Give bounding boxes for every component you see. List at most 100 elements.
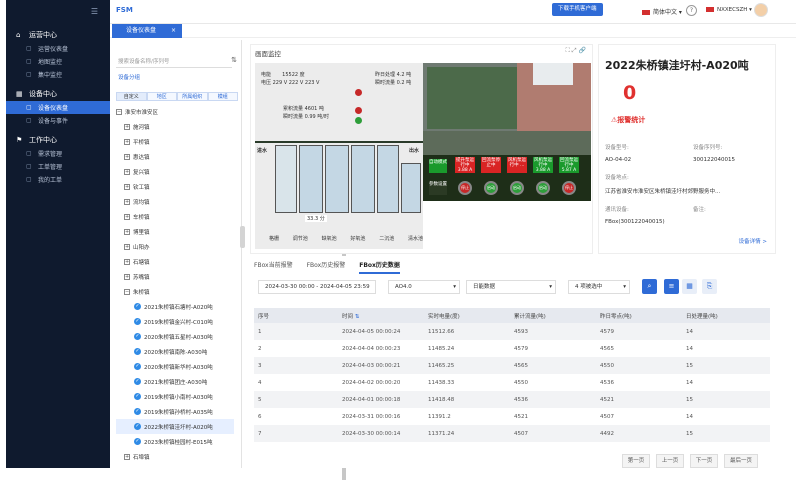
tree-node[interactable]: + 石埠镇 — [116, 449, 234, 464]
tree-node[interactable]: + 复兴镇 — [116, 164, 234, 179]
filter-tab-region[interactable]: 地区 — [146, 92, 177, 101]
menu-group-1[interactable]: ▦ 设备中心 — [6, 87, 110, 101]
menu-item-2-0[interactable]: ▢ 需求管理 — [6, 147, 110, 160]
menu-item-1-0[interactable]: ▢ 设备仪表盘 — [6, 101, 110, 114]
tree-device[interactable]: ✓ 2020朱桥镇南陈-A030吨 — [116, 344, 234, 359]
tree-device[interactable]: ✓ 2019朱桥镇孙桥村-A035吨 — [116, 404, 234, 419]
first-page-button[interactable]: 第一页 — [622, 454, 650, 468]
start-button[interactable]: 启动 — [510, 181, 524, 195]
tree-node[interactable]: + 博里镇 — [116, 224, 234, 239]
table-row[interactable]: 6 2024-03-31 00:00:16 11391.2 4521 4507 14 — [254, 408, 770, 425]
start-button[interactable]: 启动 — [536, 181, 550, 195]
tree-root[interactable]: − 淮安市淮安区 — [116, 104, 234, 119]
expand-icon[interactable]: + — [124, 153, 130, 160]
tree-node[interactable]: + 流均镇 — [116, 194, 234, 209]
device-search-input[interactable]: 搜索设备名称/序列号 — [116, 56, 232, 68]
avatar[interactable] — [754, 3, 768, 17]
date-range-picker[interactable]: 2024-03-30 00:00 - 2024-04-05 23:59 — [258, 280, 376, 294]
expand-icon[interactable]: + — [124, 168, 130, 175]
table-row[interactable]: 2 2024-04-04 00:00:23 11485.24 4579 4565 14 — [254, 340, 770, 357]
menu-item-0-1[interactable]: ▢ 地图监控 — [6, 55, 110, 68]
expand-icon[interactable]: + — [124, 198, 130, 205]
expand-icon[interactable]: + — [124, 213, 130, 220]
panel-resize-handle[interactable] — [240, 226, 245, 248]
tab-current-alarm[interactable]: FBox当前报警 — [254, 260, 293, 274]
search-button[interactable]: ⌕ — [642, 279, 657, 294]
help-icon[interactable]: ? — [686, 5, 697, 16]
close-icon[interactable]: × — [171, 24, 176, 38]
tree-node[interactable]: + 平桥镇 — [116, 134, 234, 149]
tree-device[interactable]: ✓ 2019朱桥镇金兴村-C010吨 — [116, 314, 234, 329]
table-view-button[interactable]: ≡ — [664, 279, 679, 294]
tree-device[interactable]: ✓ 2020朱桥镇新华村-A030吨 — [116, 359, 234, 374]
filter-tab-custom[interactable]: 自定义 — [116, 92, 147, 101]
tree-device[interactable]: ✓ 2023朱桥镇桂园村-E015吨 — [116, 434, 234, 449]
items-select[interactable]: 4 项被选中 ▾ — [568, 280, 630, 294]
device-details-link[interactable]: 设备详情 > — [739, 237, 767, 245]
stop-button[interactable]: 停止 — [562, 181, 576, 195]
user-menu[interactable]: NXXECSZH ▾ — [706, 7, 752, 13]
table-row[interactable]: 4 2024-04-02 00:00:20 11438.33 4550 4536 14 — [254, 374, 770, 391]
prev-page-button[interactable]: 上一页 — [656, 454, 684, 468]
alarm-stats[interactable]: ⚠报警统计 — [611, 115, 645, 125]
expand-icon[interactable]: + — [124, 258, 130, 265]
tab-history-data[interactable]: FBox历史数据 — [359, 260, 400, 274]
expand-icon[interactable]: + — [124, 123, 130, 130]
tree-node[interactable]: + 惠达镇 — [116, 149, 234, 164]
expand-icon[interactable]: + — [124, 183, 130, 190]
expand-icon[interactable]: + — [124, 243, 130, 250]
data-type-select[interactable]: 日能数据 ▾ — [466, 280, 556, 294]
tree-device[interactable]: ✓ 2019朱桥镇小南村-A030吨 — [116, 389, 234, 404]
tree-device[interactable]: ✓ 2022朱桥镇洼圩村-A020吨 — [116, 419, 234, 434]
tree-node[interactable]: + 钦工镇 — [116, 179, 234, 194]
param-settings-button[interactable]: 参数设置 — [429, 181, 447, 195]
fullscreen-icon[interactable]: ⛶ — [566, 47, 570, 54]
expand-icon[interactable]: + — [124, 228, 130, 235]
tree-node[interactable]: + 石塘镇 — [116, 254, 234, 269]
menu-item-0-0[interactable]: ▢ 运营仪表盘 — [6, 42, 110, 55]
table-row[interactable]: 3 2024-04-03 00:00:21 11465.25 4565 4550 15 — [254, 357, 770, 374]
menu-item-2-2[interactable]: ▢ 我的工单 — [6, 173, 110, 186]
sort-icon[interactable]: ⇅ — [353, 314, 360, 320]
device-select[interactable]: AO4.0 ▾ — [388, 280, 460, 294]
filter-tab-module[interactable]: 模组 — [207, 92, 238, 101]
expand-icon[interactable]: ⤢ — [572, 47, 577, 54]
tree-node[interactable]: + 车桥镇 — [116, 209, 234, 224]
next-page-button[interactable]: 下一页 — [690, 454, 718, 468]
tree-node[interactable]: + 山阳办 — [116, 239, 234, 254]
camera-view[interactable] — [423, 63, 591, 131]
collapse-menu-icon[interactable]: ☰ — [91, 7, 98, 16]
tree-node[interactable]: − 朱桥镇 — [116, 284, 234, 299]
expand-icon[interactable]: + — [124, 138, 130, 145]
collapse-icon[interactable]: − — [124, 288, 130, 295]
device-group-link[interactable]: 设备分组 — [118, 73, 140, 81]
download-app-button[interactable]: 下载手机客户端 — [552, 3, 603, 16]
expand-icon[interactable]: + — [124, 273, 130, 280]
tab-history-alarm[interactable]: FBox历史报警 — [307, 260, 346, 274]
table-row[interactable]: 5 2024-04-01 00:00:18 11418.48 4536 4521 15 — [254, 391, 770, 408]
tree-device[interactable]: ✓ 2021朱桥镇石塘村-A020吨 — [116, 299, 234, 314]
tree-device[interactable]: ✓ 2021朱桥镇团庄-A030吨 — [116, 374, 234, 389]
tree-node[interactable]: + 苏嘴镇 — [116, 269, 234, 284]
last-page-button[interactable]: 最后一页 — [724, 454, 758, 468]
table-row[interactable]: 7 2024-03-30 00:00:14 11371.24 4507 4492 15 — [254, 425, 770, 442]
export-button[interactable]: ⎘ — [702, 279, 717, 294]
stop-button[interactable]: 停止 — [458, 181, 472, 195]
tree-device[interactable]: ✓ 2020朱桥镇五星村-A030吨 — [116, 329, 234, 344]
tree-node[interactable]: + 施河镇 — [116, 119, 234, 134]
expand-icon[interactable]: + — [124, 453, 130, 460]
language-selector[interactable]: 简体中文 ▾ — [642, 7, 682, 16]
filter-tab-org[interactable]: 所属组织 — [177, 92, 208, 101]
column-header[interactable]: 时间 ⇅ — [342, 312, 428, 320]
sort-icon[interactable]: ⇅ — [231, 56, 237, 64]
menu-item-2-1[interactable]: ▢ 工单管理 — [6, 160, 110, 173]
table-row[interactable]: 1 2024-04-05 00:00:24 11512.66 4593 4579 14 — [254, 323, 770, 340]
collapse-icon[interactable]: − — [116, 108, 122, 115]
link-icon[interactable]: 🔗 — [579, 47, 586, 54]
start-button[interactable]: 启动 — [484, 181, 498, 195]
chart-view-button[interactable]: ▦ — [682, 279, 697, 294]
tab-device-dashboard[interactable]: 设备仪表盘 × — [112, 24, 182, 38]
menu-item-0-2[interactable]: ▢ 集中监控 — [6, 68, 110, 81]
menu-group-0[interactable]: ⌂ 运营中心 — [6, 28, 110, 42]
menu-group-2[interactable]: ⚑ 工作中心 — [6, 133, 110, 147]
